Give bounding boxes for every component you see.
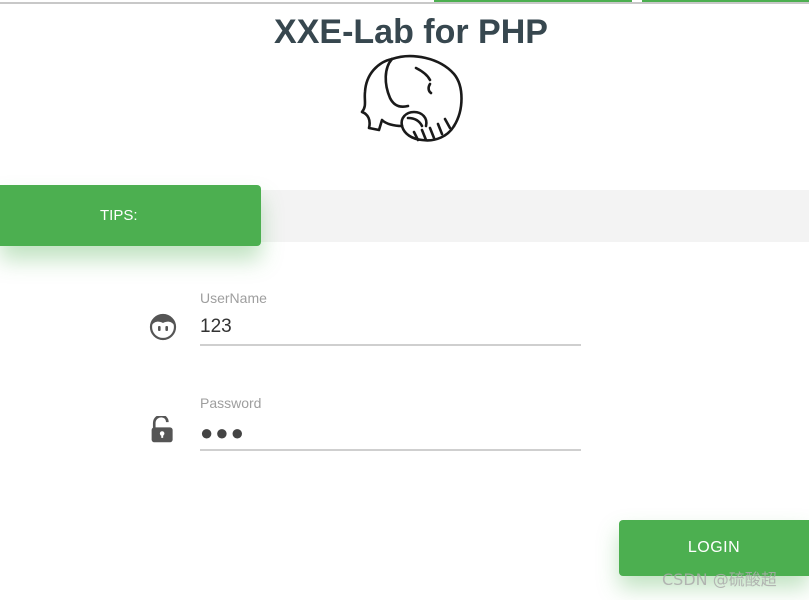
elephant-icon xyxy=(360,54,463,142)
top-border xyxy=(0,2,809,4)
top-tab-indicator xyxy=(642,0,809,2)
page-title: XXE-Lab for PHP xyxy=(274,13,548,51)
unlock-icon xyxy=(151,416,173,443)
top-tab-indicator xyxy=(434,0,632,2)
password-label: Password xyxy=(200,395,262,411)
tips-label: TIPS: xyxy=(0,185,261,246)
login-button[interactable]: LOGIN xyxy=(619,520,809,576)
login-page: XXE-Lab for PHP TIPS: UserName 123 Passw… xyxy=(0,0,809,600)
username-field: UserName xyxy=(200,290,581,354)
username-label: UserName xyxy=(200,290,267,306)
csdn-watermark: CSDN @硫酸超 xyxy=(662,570,777,589)
username-input[interactable] xyxy=(200,310,581,346)
password-field: Password ●●● xyxy=(200,395,581,459)
user-face-icon xyxy=(149,313,177,341)
password-input[interactable]: ●●● xyxy=(200,415,581,451)
